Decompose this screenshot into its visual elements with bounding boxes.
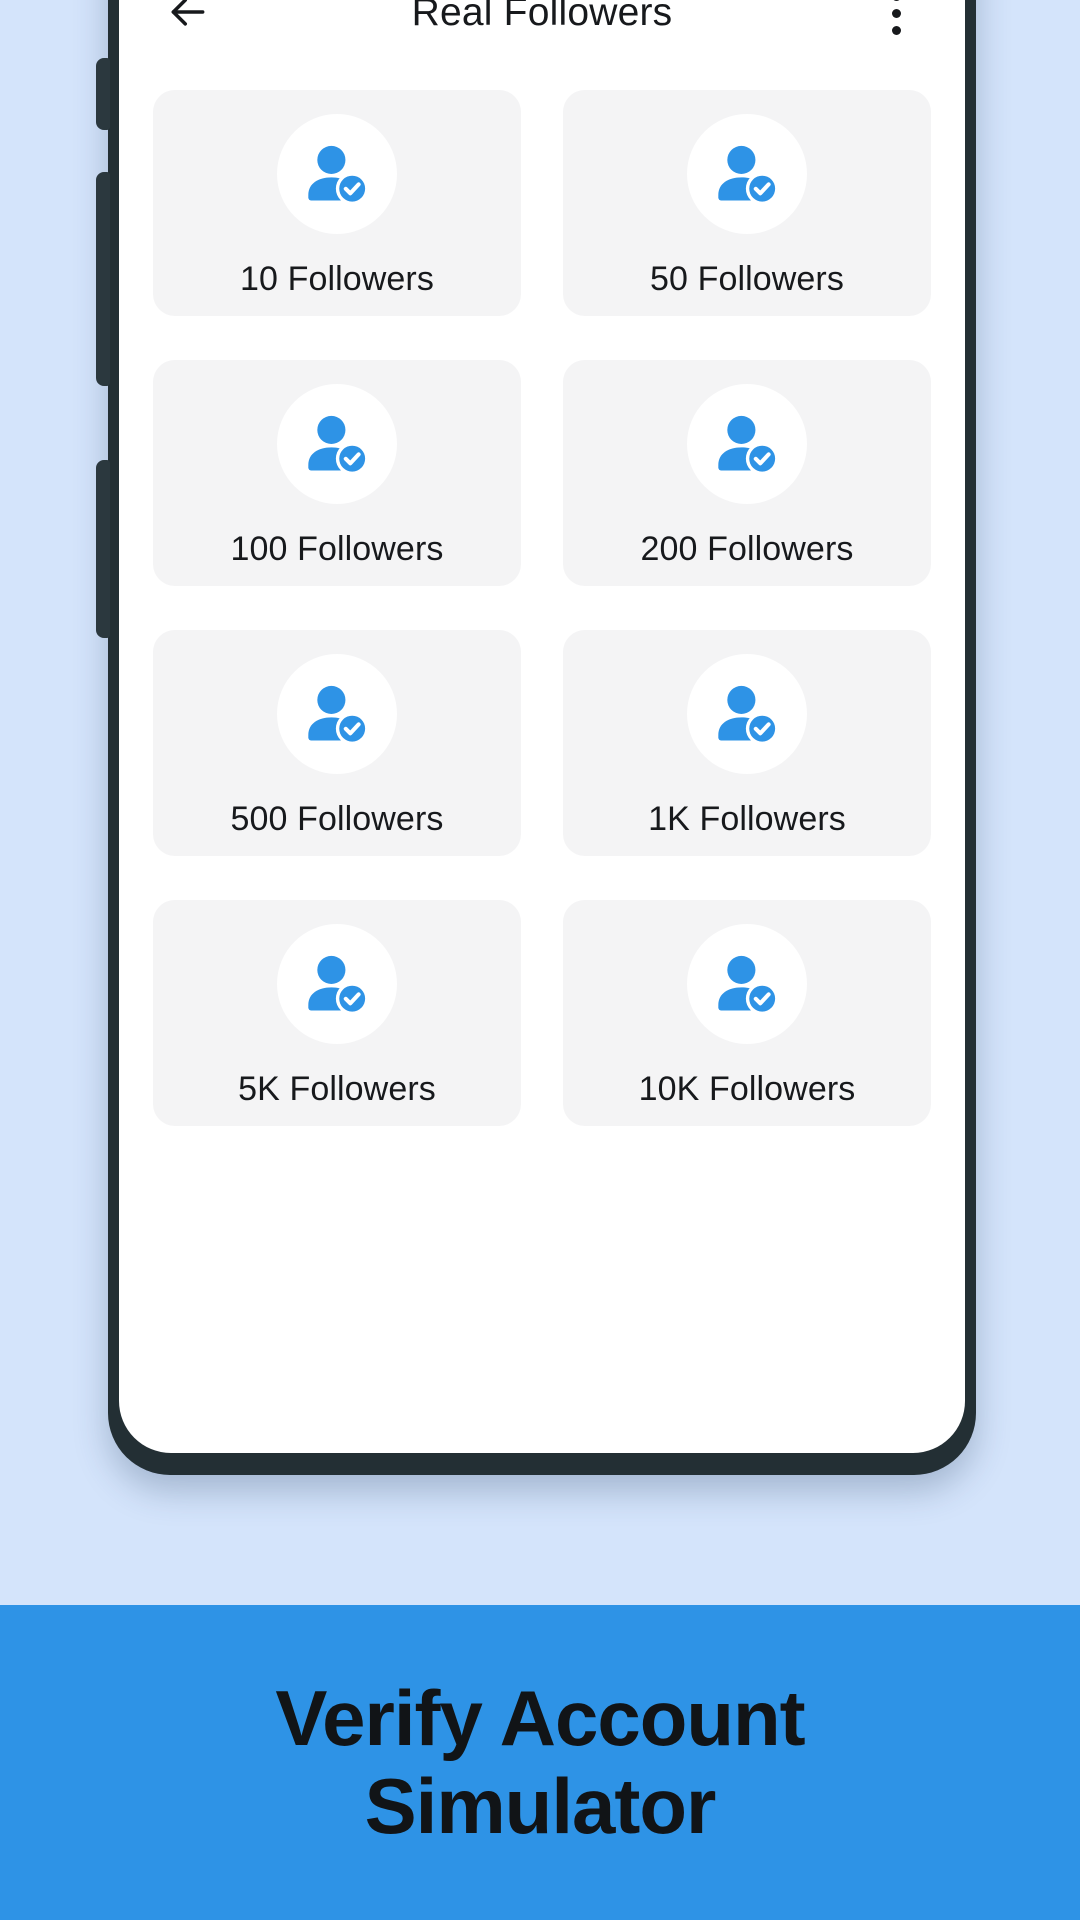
device-mute-button[interactable] [96, 58, 110, 130]
verified-user-icon [277, 654, 397, 774]
device-volume-button[interactable] [96, 172, 110, 386]
back-button[interactable] [153, 0, 223, 48]
package-label: 100 Followers [230, 530, 444, 568]
package-label: 50 Followers [650, 260, 844, 298]
package-label: 1K Followers [648, 800, 846, 838]
verified-user-icon [277, 384, 397, 504]
package-card[interactable]: 50 Followers [563, 90, 931, 316]
app-bar: Real Followers [119, 0, 965, 86]
verified-user-icon [687, 114, 807, 234]
package-card[interactable]: 5K Followers [153, 900, 521, 1126]
verified-user-icon [687, 654, 807, 774]
verified-user-icon [277, 114, 397, 234]
followers-package-grid: 10 Followers 50 Followers 100 Followers … [119, 86, 965, 1126]
verified-user-icon [277, 924, 397, 1044]
package-label: 200 Followers [640, 530, 854, 568]
package-card[interactable]: 10K Followers [563, 900, 931, 1126]
package-card[interactable]: 200 Followers [563, 360, 931, 586]
promo-headline-line-2: Simulator [364, 1761, 717, 1850]
phone-screen: Real Followers 10 Followers 50 Followers… [119, 0, 965, 1453]
arrow-left-icon [166, 0, 210, 37]
package-label: 500 Followers [230, 800, 444, 838]
package-card[interactable]: 10 Followers [153, 90, 521, 316]
package-label: 10 Followers [240, 260, 434, 298]
package-label: 10K Followers [638, 1070, 856, 1108]
package-card[interactable]: 100 Followers [153, 360, 521, 586]
page-title: Real Followers [411, 0, 673, 34]
package-card[interactable]: 1K Followers [563, 630, 931, 856]
phone-device-frame: Real Followers 10 Followers 50 Followers… [96, 0, 976, 1475]
verified-user-icon [687, 924, 807, 1044]
promo-banner: Verify Account Simulator [0, 1605, 1080, 1920]
package-label: 5K Followers [238, 1070, 436, 1108]
device-power-button[interactable] [96, 460, 110, 638]
promo-headline-line-1: Verify Account [275, 1674, 805, 1763]
overflow-menu-button[interactable] [861, 0, 931, 48]
more-vertical-icon [891, 0, 901, 35]
package-card[interactable]: 500 Followers [153, 630, 521, 856]
verified-user-icon [687, 384, 807, 504]
